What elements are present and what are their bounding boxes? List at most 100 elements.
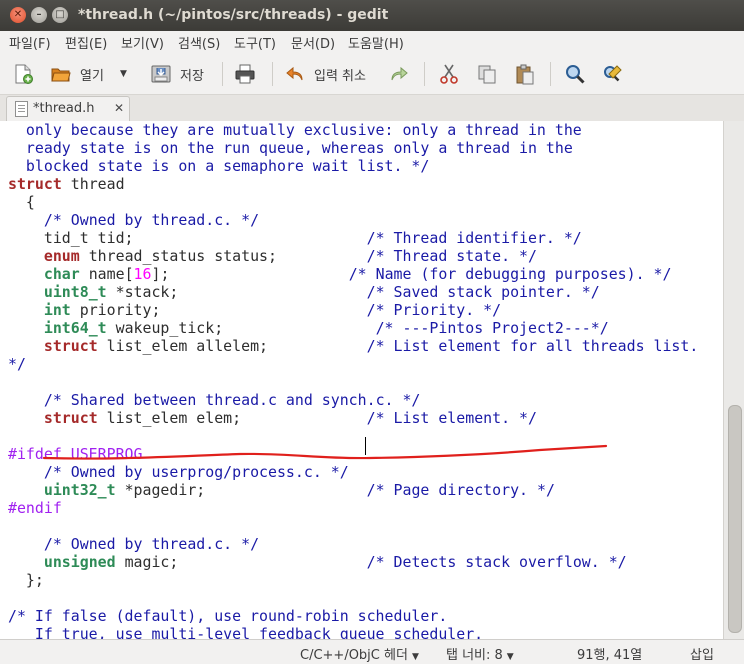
- menu-edit[interactable]: 편집(E): [65, 33, 107, 52]
- maximize-window-button[interactable]: □: [52, 7, 68, 23]
- code-token: /* Detects stack overflow. */: [366, 553, 627, 571]
- code-token: /* Thread state. */: [366, 247, 537, 265]
- dropdown-arrow-icon: ▼: [506, 652, 514, 662]
- code-token: 16: [133, 265, 152, 283]
- code-token: int: [43, 301, 71, 319]
- code-token: /* ---Pintos Project2---*/: [375, 319, 609, 337]
- code-line: char name[16]; /* Name (for debugging pu…: [8, 265, 672, 283]
- code-token: uint8_t: [43, 283, 107, 301]
- toolbar-separator: [222, 62, 223, 86]
- print-button[interactable]: [234, 61, 256, 87]
- code-line: unsigned magic; /* Detects stack overflo…: [8, 553, 627, 571]
- code-token: unsigned: [43, 553, 116, 571]
- code-token: /* Owned by thread.c. */: [43, 211, 260, 229]
- find-replace-icon: [602, 63, 624, 85]
- cut-button[interactable]: [438, 61, 460, 87]
- code-token: };: [8, 571, 44, 589]
- code-line: If true, use multi-level feedback queue …: [8, 625, 483, 639]
- code-token: /* Thread identifier. */: [366, 229, 582, 247]
- code-token: #ifdef USERPROG: [8, 445, 143, 463]
- code-line: {: [8, 193, 35, 211]
- tab-width-label: 탭 너비: 8: [446, 648, 503, 663]
- code-token: {: [8, 193, 35, 211]
- code-token: struct: [43, 337, 98, 355]
- new-document-icon: [12, 63, 34, 85]
- tab-thread-h[interactable]: *thread.h ✕: [6, 96, 130, 122]
- printer-icon: [234, 63, 256, 85]
- code-line: struct thread: [8, 175, 125, 193]
- code-line: /* Owned by thread.c. */: [8, 535, 259, 553]
- menu-file[interactable]: 파일(F): [9, 33, 51, 52]
- code-line: */: [8, 355, 26, 373]
- copy-button[interactable]: [476, 61, 498, 87]
- replace-button[interactable]: [602, 61, 624, 87]
- code-token: thread: [61, 175, 125, 193]
- code-line: struct list_elem elem; /* List element. …: [8, 409, 537, 427]
- code-token: char: [43, 265, 80, 283]
- code-line: /* Shared between thread.c and synch.c. …: [8, 391, 421, 409]
- code-token: uint32_t: [43, 481, 116, 499]
- text-cursor: [365, 437, 366, 455]
- code-token: /* Shared between thread.c and synch.c. …: [43, 391, 421, 409]
- insert-mode-indicator: 삽입: [690, 648, 714, 663]
- menu-tools[interactable]: 도구(T): [234, 33, 276, 52]
- redo-button[interactable]: [388, 61, 410, 87]
- code-token: *pagedir;: [115, 481, 367, 499]
- undo-button[interactable]: 입력 취소: [284, 61, 366, 87]
- code-editor[interactable]: only because they are mutually exclusive…: [0, 121, 723, 639]
- text-document-icon: [15, 101, 28, 117]
- code-token: int64_t: [43, 319, 107, 337]
- folder-open-icon: [50, 63, 72, 85]
- toolbar-separator: [550, 62, 551, 86]
- close-tab-icon[interactable]: ✕: [114, 101, 124, 115]
- code-token: magic;: [115, 553, 367, 571]
- code-line: only because they are mutually exclusive…: [8, 121, 582, 139]
- open-button[interactable]: 열기: [50, 61, 104, 87]
- code-token: /* Owned by userprog/process.c. */: [43, 463, 349, 481]
- find-button[interactable]: [564, 61, 586, 87]
- toolbar-separator: [424, 62, 425, 86]
- code-line: int priority; /* Priority. */: [8, 301, 501, 319]
- close-window-button[interactable]: ✕: [10, 7, 26, 23]
- undo-label: 입력 취소: [314, 68, 366, 84]
- paste-button[interactable]: [514, 61, 536, 87]
- code-token: wakeup_tick;: [106, 319, 376, 337]
- save-button[interactable]: 저장: [150, 61, 204, 87]
- scrollbar-thumb[interactable]: [728, 405, 742, 633]
- gedit-window: ✕ – □ *thread.h (~/pintos/src/threads) -…: [0, 0, 744, 664]
- tab-width-selector[interactable]: 탭 너비: 8 ▼: [446, 644, 514, 663]
- document-tab-strip: *thread.h ✕: [0, 95, 744, 122]
- dropdown-arrow-icon: ▼: [120, 69, 127, 79]
- new-document-button[interactable]: [12, 61, 34, 87]
- vertical-scrollbar[interactable]: [723, 121, 744, 639]
- menu-help[interactable]: 도움말(H): [348, 33, 404, 52]
- code-token: tid_t tid;: [8, 229, 367, 247]
- code-line: enum thread_status status; /* Thread sta…: [8, 247, 537, 265]
- save-icon: [150, 63, 172, 85]
- code-line: #endif: [8, 499, 62, 517]
- toolbar: 열기 ▼ 저장 입력 취소: [0, 54, 744, 95]
- code-line: struct list_elem allelem; /* List elemen…: [8, 337, 698, 355]
- code-line: /* If false (default), use round-robin s…: [8, 607, 447, 625]
- dropdown-arrow-icon: ▼: [411, 652, 419, 662]
- minimize-window-button[interactable]: –: [31, 7, 47, 23]
- code-token: enum: [43, 247, 80, 265]
- code-token: only because they are mutually exclusive…: [8, 121, 582, 139]
- tab-label: *thread.h: [33, 101, 95, 116]
- open-recent-dropdown[interactable]: ▼: [120, 61, 127, 87]
- menu-documents[interactable]: 문서(D): [291, 33, 335, 52]
- menu-search[interactable]: 검색(S): [178, 33, 220, 52]
- menu-view[interactable]: 보기(V): [121, 33, 164, 52]
- scissors-icon: [438, 63, 460, 85]
- language-selector[interactable]: C/C++/ObjC 헤더 ▼: [300, 644, 419, 663]
- copy-icon: [476, 63, 498, 85]
- code-line: ready state is on the run queue, whereas…: [8, 139, 573, 157]
- window-title: *thread.h (~/pintos/src/threads) - gedit: [78, 7, 389, 23]
